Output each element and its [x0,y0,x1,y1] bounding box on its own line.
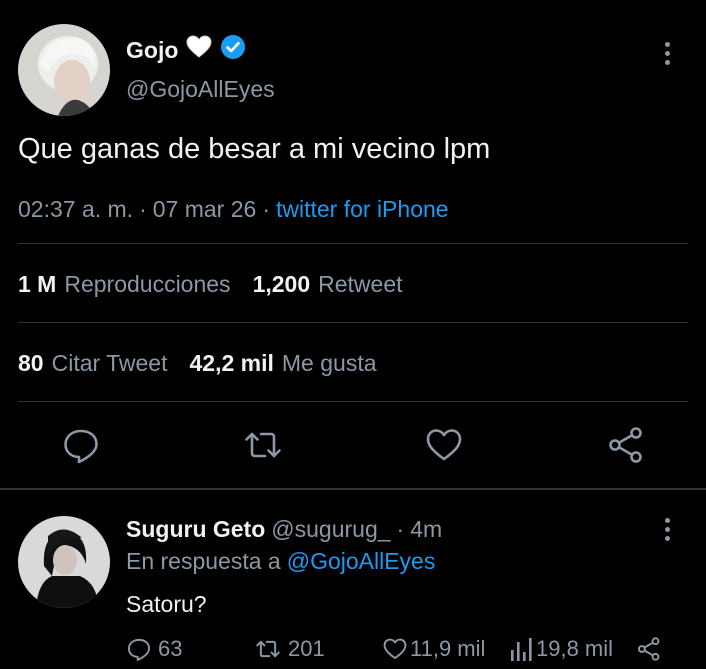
share-icon[interactable] [606,425,646,465]
stats-row-2: 80 Citar Tweet 42,2 mil Me gusta [18,350,399,377]
meta-dot: · [262,196,270,222]
display-name-text: Gojo [126,36,179,63]
divider [18,401,688,402]
white-heart-emoji [186,35,212,65]
more-vertical-icon[interactable] [659,42,675,68]
views-label: Reproducciones [64,271,231,297]
reply-text: Satoru? [126,591,207,617]
reply-retweet-button[interactable]: 201 [254,636,325,662]
divider [18,243,688,244]
reply-icon [127,638,151,662]
action-bar [0,425,706,465]
reply-handle[interactable]: @sugurug_ [271,516,390,543]
avatar[interactable] [18,24,110,116]
reply-mention[interactable]: @GojoAllEyes [287,548,436,575]
reply-icon[interactable] [61,425,101,465]
like-icon [383,638,407,660]
tweet-source[interactable]: twitter for iPhone [276,196,449,223]
views-icon [511,638,532,661]
reply-prefix: En respuesta a [126,548,281,574]
more-vertical-icon[interactable] [659,518,675,544]
tweet-date[interactable]: 07 mar 26 [153,196,257,223]
reply-likes-count: 11,9 mil [410,636,486,661]
reply-time[interactable]: 4m [410,516,442,543]
views-count: 1 M [18,271,57,297]
reply-replies-count: 63 [158,636,183,661]
reply-views-button[interactable]: 19,8 mil [510,636,613,662]
meta-dot: · [396,516,405,542]
tweet-text: Que ganas de besar a mi vecino lpm [18,133,491,165]
quotes-count[interactable]: 80 [18,350,44,377]
tweet-time: 02:37 a. m. [18,196,134,222]
retweets-count[interactable]: 1,200 [253,271,311,298]
reply-share-button[interactable] [636,636,662,662]
stats-row-1: 1 M Reproducciones 1,200 Retweet [18,271,425,298]
reply-header: Suguru Geto @sugurug_ · 4m [126,516,442,543]
retweet-icon[interactable] [243,425,283,465]
divider [18,322,688,323]
retweets-label[interactable]: Retweet [318,271,402,298]
handle[interactable]: @GojoAllEyes [126,76,275,103]
reply-to: En respuesta a @GojoAllEyes [126,548,435,575]
reply-avatar[interactable] [18,516,110,608]
likes-count[interactable]: 42,2 mil [190,350,274,377]
reply-retweets-count: 201 [288,636,325,661]
display-name[interactable]: Gojo [126,34,246,66]
reply-display-name[interactable]: Suguru Geto [126,516,265,543]
quotes-label[interactable]: Citar Tweet [52,350,168,377]
reply-reply-button[interactable]: 63 [126,636,182,662]
like-icon[interactable] [424,425,464,465]
verified-badge-icon [220,34,246,66]
tweet-meta: 02:37 a. m. · 07 mar 26 · twitter for iP… [18,196,449,223]
main-tweet: Gojo @GojoAllEyes Que ganas de besar a m… [0,0,706,488]
tweet-separator [0,488,706,490]
reply-views-count: 19,8 mil [536,636,614,661]
share-icon [637,637,660,661]
retweet-icon [256,640,280,658]
likes-label[interactable]: Me gusta [282,350,377,377]
reply-like-button[interactable]: 11,9 mil [382,636,485,662]
meta-dot: · [139,196,147,222]
